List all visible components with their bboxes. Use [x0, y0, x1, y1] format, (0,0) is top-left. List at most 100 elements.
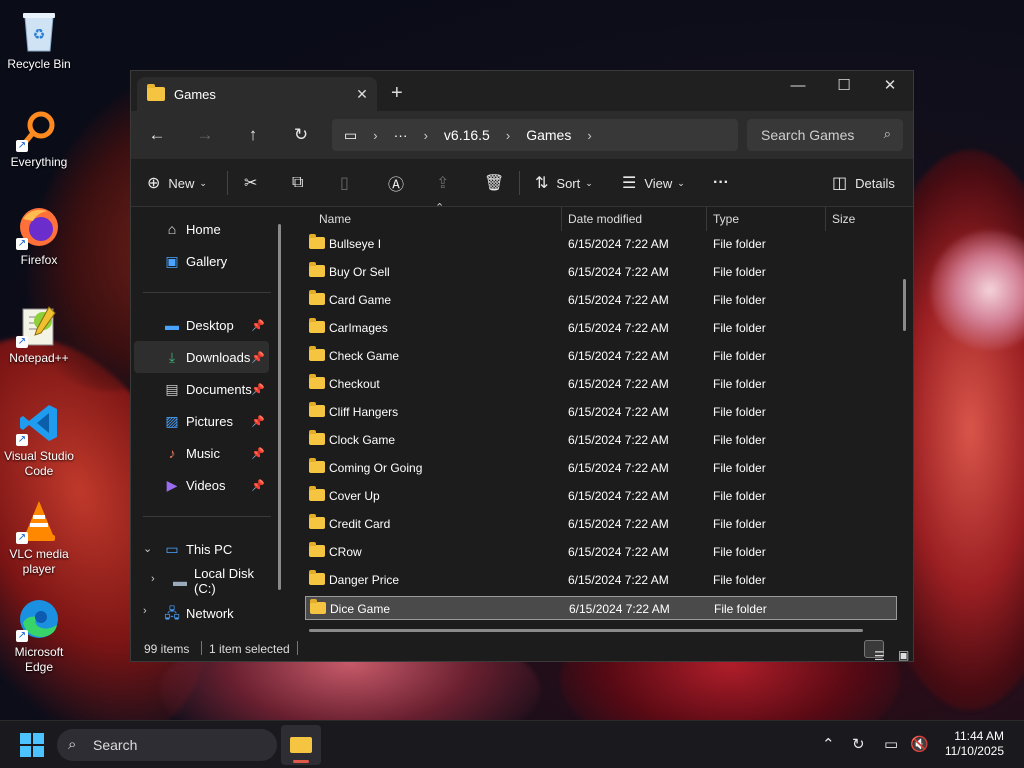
file-list: ⌃ Name Date modified Type Size Bullseye …	[289, 202, 913, 636]
back-button[interactable]: ←	[145, 123, 169, 147]
pin-icon[interactable]: 📌	[251, 479, 265, 492]
taskbar-clock[interactable]: 11:44 AM 11/10/2025	[945, 729, 1004, 759]
sidebar-item-documents[interactable]: ▤ Documents 📌	[134, 373, 269, 405]
table-row[interactable]: Cliff Hangers 6/15/2024 7:22 AM File folde…	[305, 400, 897, 424]
table-row[interactable]: Credit Card 6/15/2024 7:22 AM File folder	[305, 512, 897, 536]
downloads-icon: ⤓	[168, 349, 176, 365]
pin-icon[interactable]: 📌	[251, 383, 265, 396]
sidebar-item-home[interactable]: ⌂ Home	[134, 213, 269, 245]
taskbar-search-label: Search	[93, 737, 138, 753]
minimize-button[interactable]: —	[775, 71, 821, 101]
taskbar-file-explorer[interactable]	[281, 725, 321, 765]
table-row[interactable]: Buy Or Sell 6/15/2024 7:22 AM File folder	[305, 260, 897, 284]
table-row[interactable]: Check Game 6/15/2024 7:22 AM File folder	[305, 344, 897, 368]
volume-muted-icon[interactable]: 🔇	[910, 735, 929, 753]
desktop-icon-everything[interactable]: ↗ Everything	[4, 106, 74, 170]
sidebar-item-videos[interactable]: ▶ Videos 📌	[134, 469, 269, 501]
file-date-modified: 6/15/2024 7:22 AM	[568, 573, 669, 587]
sort-ascending-icon: ⌃	[435, 202, 445, 214]
start-button[interactable]	[20, 733, 44, 757]
table-row[interactable]: Card Game 6/15/2024 7:22 AM File folder	[305, 288, 897, 312]
forward-button[interactable]: →	[193, 123, 217, 147]
details-pane-button[interactable]: ◫ Details	[832, 159, 895, 207]
up-button[interactable]: ↑	[241, 123, 265, 147]
network-status-icon[interactable]: ▭	[884, 735, 898, 753]
refresh-button[interactable]: ↻	[289, 123, 313, 147]
sidebar-item-desktop[interactable]: ▬ Desktop 📌	[134, 309, 269, 341]
sidebar-item-downloads[interactable]: ⤓ Downloads 📌	[134, 341, 269, 373]
file-type: File folder	[713, 265, 766, 279]
sidebar-item-music[interactable]: ♪ Music 📌	[134, 437, 269, 469]
sort-button[interactable]: ⇅ Sort ⌄	[535, 159, 593, 207]
sidebar-item-network[interactable]: 🖧 Network	[134, 597, 269, 629]
column-header-size[interactable]: Size	[832, 212, 855, 226]
breadcrumb-item[interactable]: v6.16.5	[444, 127, 490, 143]
file-date-modified: 6/15/2024 7:22 AM	[568, 237, 669, 251]
sidebar-item-this-pc[interactable]: ▭ This PC	[134, 533, 269, 565]
desktop-icon-firefox[interactable]: ↗ Firefox	[4, 204, 74, 268]
new-tab-button[interactable]: +	[391, 83, 403, 103]
address-bar[interactable]: ▭ › ··· › v6.16.5 › Games ›	[332, 119, 738, 151]
sidebar-item-gallery[interactable]: ▣ Gallery	[134, 245, 269, 277]
recycle-bin-icon: ♻	[16, 8, 62, 54]
table-row[interactable]: Coming Or Going 6/15/2024 7:22 AM File fol…	[305, 456, 897, 480]
close-tab-icon[interactable]: ✕	[347, 86, 377, 103]
chevron-up-icon[interactable]: ⌃	[822, 735, 835, 753]
file-type: File folder	[714, 602, 767, 616]
breadcrumb-item[interactable]: Games	[526, 127, 571, 143]
breadcrumb-ellipsis[interactable]: ···	[394, 127, 408, 143]
new-button[interactable]: ⊕ New ⌄	[147, 159, 207, 207]
desktop-icon-vscode[interactable]: ↗ Visual Studio Code	[4, 400, 74, 479]
horizontal-scrollbar[interactable]	[309, 629, 863, 632]
desktop-icon-label: Notepad++	[9, 351, 69, 365]
table-row[interactable]: Checkout 6/15/2024 7:22 AM File folder	[305, 372, 897, 396]
clock-time: 11:44 AM	[954, 729, 1004, 743]
share-button[interactable]: ⇪	[436, 159, 457, 207]
table-row[interactable]: Cover Up 6/15/2024 7:22 AM File folder	[305, 484, 897, 508]
tiles-view-button[interactable]: ▣	[888, 640, 909, 662]
table-row[interactable]: CRow 6/15/2024 7:22 AM File folder	[305, 540, 897, 564]
delete-button[interactable]: 🗑	[484, 159, 512, 207]
search-icon: ⌕	[883, 126, 891, 141]
table-row[interactable]: CarImages 6/15/2024 7:22 AM File folder	[305, 316, 897, 340]
view-button[interactable]: ☰ View ⌄	[622, 159, 685, 207]
table-row[interactable]: Bullseye I 6/15/2024 7:22 AM File folder	[305, 232, 897, 256]
copy-icon: ⧉	[292, 174, 304, 191]
close-window-button[interactable]: ✕	[867, 71, 913, 101]
vertical-scrollbar[interactable]	[903, 279, 906, 331]
sidebar-item-label: Gallery	[186, 253, 228, 269]
cut-button[interactable]: ✂	[244, 159, 265, 207]
sidebar-scrollbar[interactable]	[278, 224, 281, 590]
sidebar-item-pictures[interactable]: ▨ Pictures 📌	[134, 405, 269, 437]
column-header-type[interactable]: Type	[713, 212, 739, 226]
folder-icon	[310, 599, 326, 614]
search-input[interactable]: Search Games ⌕	[747, 119, 903, 151]
pin-icon[interactable]: 📌	[251, 447, 265, 460]
tab-games[interactable]: Games ✕	[137, 77, 377, 111]
desktop-icon-vlc[interactable]: ↗ VLC media player	[4, 498, 74, 577]
table-row[interactable]: Dice Game 6/15/2024 7:22 AM File folder	[305, 596, 897, 620]
pin-icon[interactable]: 📌	[251, 319, 265, 332]
desktop-icon-recycle-bin[interactable]: ♻ Recycle Bin	[4, 8, 74, 72]
column-header-name[interactable]: Name	[319, 212, 351, 226]
pin-icon[interactable]: 📌	[251, 415, 265, 428]
desktop-icon-notepad-plus-plus[interactable]: ↗ Notepad++	[4, 302, 74, 366]
more-options-button[interactable]: ···	[713, 159, 729, 207]
table-row[interactable]: Clock Game 6/15/2024 7:22 AM File folder	[305, 428, 897, 452]
rename-button[interactable]: Ⓐ	[388, 159, 412, 207]
table-row[interactable]: Danger Price 6/15/2024 7:22 AM File folder	[305, 568, 897, 592]
taskbar-search[interactable]: ⌕ Search	[57, 729, 277, 761]
column-headers: ⌃ Name Date modified Type Size	[289, 202, 913, 233]
file-type: File folder	[713, 433, 766, 447]
column-header-date-modified[interactable]: Date modified	[568, 212, 642, 226]
folder-icon	[309, 486, 325, 501]
copy-button[interactable]: ⧉	[292, 159, 311, 207]
paste-button[interactable]: ▯	[340, 159, 357, 207]
maximize-button[interactable]: ☐	[821, 71, 867, 101]
details-view-button[interactable]: ☰	[864, 640, 885, 663]
sidebar-item-local-disk[interactable]: ▬ Local Disk (C:)	[134, 565, 269, 597]
desktop-icon-edge[interactable]: ↗ Microsoft Edge	[4, 596, 74, 675]
pin-icon[interactable]: 📌	[251, 351, 265, 364]
local-disk-icon: ▬	[173, 573, 187, 589]
sync-icon[interactable]: ↻	[852, 735, 865, 753]
